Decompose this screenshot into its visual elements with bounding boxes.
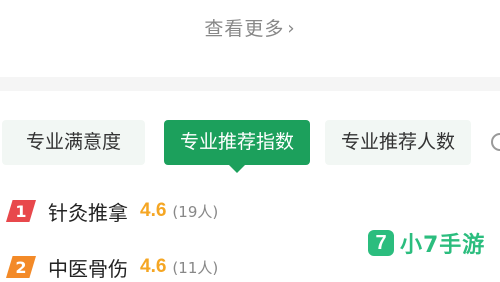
tab-label: 专业推荐指数	[179, 131, 294, 153]
tab-label: 专业满意度	[25, 131, 121, 153]
chevron-right-icon: ›	[287, 18, 296, 39]
watermark-logo: 7 小7手游	[368, 228, 485, 258]
major-name: 中医骨伤	[48, 256, 128, 281]
watermark-text: 小7手游	[400, 233, 486, 258]
rank-badge: 2	[6, 256, 36, 278]
ranking-row-2[interactable]: 2 中医骨伤 4.6 (11人)	[6, 252, 218, 282]
ranking-tabs: 专业满意度 专业推荐指数 专业推荐人数	[0, 120, 500, 173]
ranking-row-1[interactable]: 1 针灸推拿 4.6 (19人)	[6, 196, 218, 226]
view-more-link[interactable]: 查看更多 ›	[0, 14, 500, 41]
major-name: 针灸推拿	[48, 200, 128, 225]
rater-count: (11人)	[172, 258, 219, 277]
section-divider	[0, 77, 500, 91]
rank-badge: 1	[6, 200, 36, 222]
view-more-label: 查看更多	[204, 18, 285, 40]
watermark-icon: 7	[368, 230, 394, 256]
tab-label: 专业推荐人数	[340, 131, 455, 153]
score-value: 4.6	[140, 256, 167, 277]
score-value: 4.6	[140, 200, 167, 221]
tab-satisfaction[interactable]: 专业满意度	[2, 120, 145, 165]
rater-count: (19人)	[172, 202, 219, 221]
tab-recommend-index[interactable]: 专业推荐指数	[164, 120, 310, 173]
tab-recommend-count[interactable]: 专业推荐人数	[325, 120, 471, 165]
